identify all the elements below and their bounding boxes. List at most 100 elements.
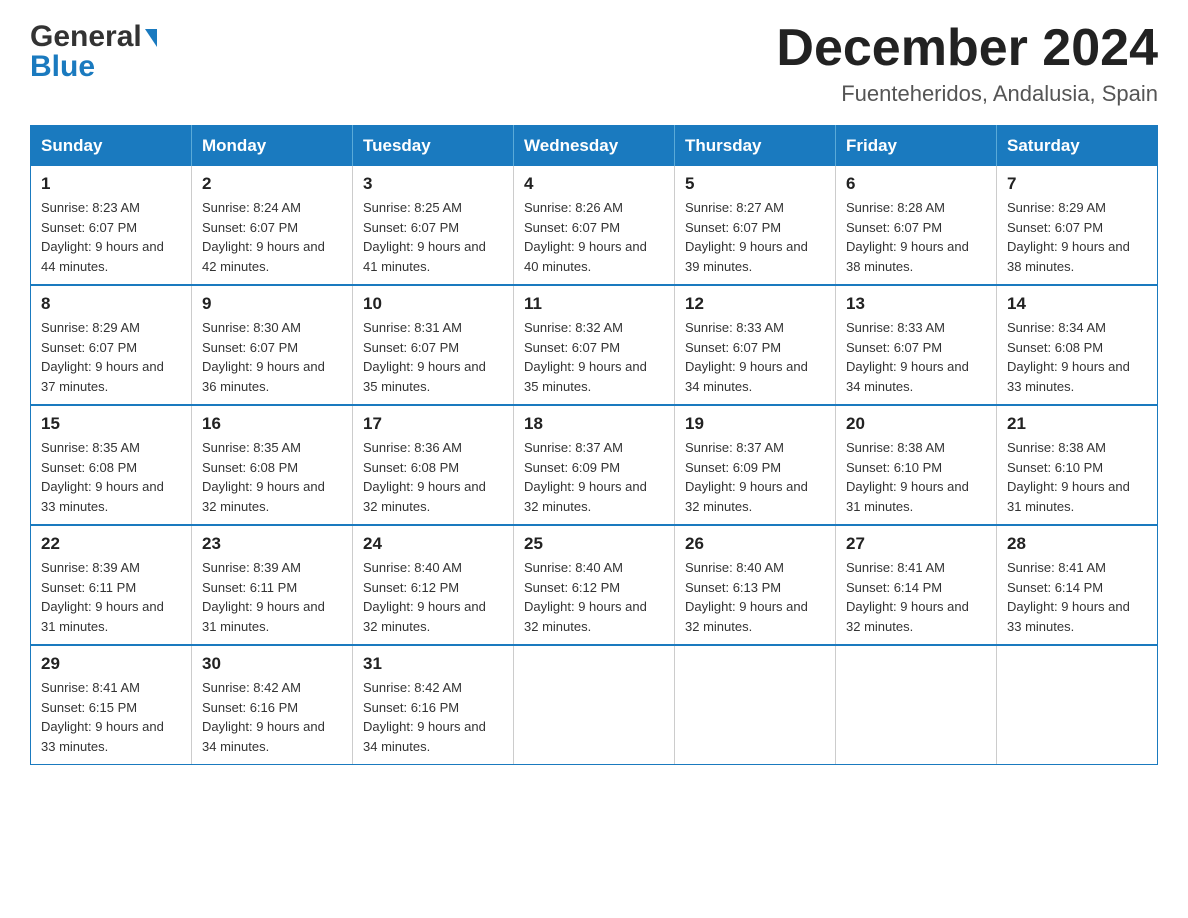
day-info: Sunrise: 8:41 AMSunset: 6:15 PMDaylight:…: [41, 678, 181, 756]
calendar-cell: 23 Sunrise: 8:39 AMSunset: 6:11 PMDayligh…: [192, 525, 353, 645]
day-info: Sunrise: 8:37 AMSunset: 6:09 PMDaylight:…: [685, 438, 825, 516]
day-number: 25: [524, 534, 664, 554]
day-info: Sunrise: 8:31 AMSunset: 6:07 PMDaylight:…: [363, 318, 503, 396]
day-number: 1: [41, 174, 181, 194]
day-number: 11: [524, 294, 664, 314]
calendar-cell: 30 Sunrise: 8:42 AMSunset: 6:16 PMDayligh…: [192, 645, 353, 765]
calendar-cell: 16 Sunrise: 8:35 AMSunset: 6:08 PMDayligh…: [192, 405, 353, 525]
calendar-week-row: 8Sunrise: 8:29 AMSunset: 6:07 PMDaylight…: [31, 285, 1158, 405]
calendar-week-row: 1Sunrise: 8:23 AMSunset: 6:07 PMDaylight…: [31, 166, 1158, 285]
calendar-cell: 11 Sunrise: 8:32 AMSunset: 6:07 PMDayligh…: [514, 285, 675, 405]
day-info: Sunrise: 8:27 AMSunset: 6:07 PMDaylight:…: [685, 198, 825, 276]
calendar-cell: 1Sunrise: 8:23 AMSunset: 6:07 PMDaylight…: [31, 166, 192, 285]
day-info: Sunrise: 8:42 AMSunset: 6:16 PMDaylight:…: [363, 678, 503, 756]
day-number: 14: [1007, 294, 1147, 314]
title-area: December 2024 Fuenteheridos, Andalusia, …: [776, 20, 1158, 107]
calendar-cell: [836, 645, 997, 765]
day-number: 21: [1007, 414, 1147, 434]
day-info: Sunrise: 8:41 AMSunset: 6:14 PMDaylight:…: [846, 558, 986, 636]
calendar-cell: 5 Sunrise: 8:27 AMSunset: 6:07 PMDaylight…: [675, 166, 836, 285]
day-number: 23: [202, 534, 342, 554]
calendar-cell: [675, 645, 836, 765]
day-number: 20: [846, 414, 986, 434]
day-number: 16: [202, 414, 342, 434]
day-number: 7: [1007, 174, 1147, 194]
main-title: December 2024: [776, 20, 1158, 77]
calendar-day-header: Thursday: [675, 126, 836, 167]
day-info: Sunrise: 8:42 AMSunset: 6:16 PMDaylight:…: [202, 678, 342, 756]
calendar-cell: 28Sunrise: 8:41 AMSunset: 6:14 PMDayligh…: [997, 525, 1158, 645]
calendar-cell: 9Sunrise: 8:30 AMSunset: 6:07 PMDaylight…: [192, 285, 353, 405]
page-header: General Blue December 2024 Fuenteheridos…: [30, 20, 1158, 107]
day-info: Sunrise: 8:40 AMSunset: 6:13 PMDaylight:…: [685, 558, 825, 636]
day-info: Sunrise: 8:35 AMSunset: 6:08 PMDaylight:…: [202, 438, 342, 516]
calendar-cell: 8Sunrise: 8:29 AMSunset: 6:07 PMDaylight…: [31, 285, 192, 405]
day-info: Sunrise: 8:28 AMSunset: 6:07 PMDaylight:…: [846, 198, 986, 276]
calendar-header-row: SundayMondayTuesdayWednesdayThursdayFrid…: [31, 126, 1158, 167]
calendar-cell: 18Sunrise: 8:37 AMSunset: 6:09 PMDayligh…: [514, 405, 675, 525]
calendar-cell: 6 Sunrise: 8:28 AMSunset: 6:07 PMDaylight…: [836, 166, 997, 285]
day-number: 6: [846, 174, 986, 194]
day-info: Sunrise: 8:38 AMSunset: 6:10 PMDaylight:…: [846, 438, 986, 516]
day-number: 2: [202, 174, 342, 194]
calendar-day-header: Saturday: [997, 126, 1158, 167]
calendar-cell: 15 Sunrise: 8:35 AMSunset: 6:08 PMDayligh…: [31, 405, 192, 525]
calendar-cell: 22 Sunrise: 8:39 AMSunset: 6:11 PMDayligh…: [31, 525, 192, 645]
calendar-cell: 12Sunrise: 8:33 AMSunset: 6:07 PMDayligh…: [675, 285, 836, 405]
calendar-cell: 14Sunrise: 8:34 AMSunset: 6:08 PMDayligh…: [997, 285, 1158, 405]
day-number: 28: [1007, 534, 1147, 554]
calendar-cell: 21 Sunrise: 8:38 AMSunset: 6:10 PMDayligh…: [997, 405, 1158, 525]
calendar-cell: 19 Sunrise: 8:37 AMSunset: 6:09 PMDayligh…: [675, 405, 836, 525]
logo-general-text: General: [30, 20, 142, 54]
calendar-week-row: 15 Sunrise: 8:35 AMSunset: 6:08 PMDayligh…: [31, 405, 1158, 525]
day-info: Sunrise: 8:33 AMSunset: 6:07 PMDaylight:…: [685, 318, 825, 396]
calendar-week-row: 29 Sunrise: 8:41 AMSunset: 6:15 PMDayligh…: [31, 645, 1158, 765]
day-number: 29: [41, 654, 181, 674]
calendar-day-header: Sunday: [31, 126, 192, 167]
day-number: 17: [363, 414, 503, 434]
calendar-cell: 10Sunrise: 8:31 AMSunset: 6:07 PMDayligh…: [353, 285, 514, 405]
calendar-cell: 29 Sunrise: 8:41 AMSunset: 6:15 PMDayligh…: [31, 645, 192, 765]
day-number: 27: [846, 534, 986, 554]
calendar-day-header: Tuesday: [353, 126, 514, 167]
calendar-cell: 2Sunrise: 8:24 AMSunset: 6:07 PMDaylight…: [192, 166, 353, 285]
day-info: Sunrise: 8:26 AMSunset: 6:07 PMDaylight:…: [524, 198, 664, 276]
calendar-cell: 26 Sunrise: 8:40 AMSunset: 6:13 PMDayligh…: [675, 525, 836, 645]
day-info: Sunrise: 8:38 AMSunset: 6:10 PMDaylight:…: [1007, 438, 1147, 516]
day-number: 26: [685, 534, 825, 554]
calendar-cell: [514, 645, 675, 765]
day-number: 15: [41, 414, 181, 434]
logo-blue-text: Blue: [30, 50, 95, 84]
logo-arrow-icon: [145, 29, 157, 47]
day-info: Sunrise: 8:33 AMSunset: 6:07 PMDaylight:…: [846, 318, 986, 396]
day-number: 13: [846, 294, 986, 314]
calendar-cell: 31 Sunrise: 8:42 AMSunset: 6:16 PMDayligh…: [353, 645, 514, 765]
day-number: 24: [363, 534, 503, 554]
day-info: Sunrise: 8:32 AMSunset: 6:07 PMDaylight:…: [524, 318, 664, 396]
calendar-cell: 4Sunrise: 8:26 AMSunset: 6:07 PMDaylight…: [514, 166, 675, 285]
calendar-day-header: Friday: [836, 126, 997, 167]
calendar-cell: 3Sunrise: 8:25 AMSunset: 6:07 PMDaylight…: [353, 166, 514, 285]
calendar-table: SundayMondayTuesdayWednesdayThursdayFrid…: [30, 125, 1158, 765]
day-info: Sunrise: 8:36 AMSunset: 6:08 PMDaylight:…: [363, 438, 503, 516]
day-number: 18: [524, 414, 664, 434]
calendar-week-row: 22 Sunrise: 8:39 AMSunset: 6:11 PMDayligh…: [31, 525, 1158, 645]
day-number: 19: [685, 414, 825, 434]
calendar-cell: 27 Sunrise: 8:41 AMSunset: 6:14 PMDayligh…: [836, 525, 997, 645]
day-info: Sunrise: 8:35 AMSunset: 6:08 PMDaylight:…: [41, 438, 181, 516]
day-info: Sunrise: 8:40 AMSunset: 6:12 PMDaylight:…: [363, 558, 503, 636]
calendar-day-header: Wednesday: [514, 126, 675, 167]
day-number: 8: [41, 294, 181, 314]
calendar-cell: [997, 645, 1158, 765]
day-info: Sunrise: 8:39 AMSunset: 6:11 PMDaylight:…: [202, 558, 342, 636]
subtitle: Fuenteheridos, Andalusia, Spain: [776, 81, 1158, 107]
calendar-day-header: Monday: [192, 126, 353, 167]
day-info: Sunrise: 8:39 AMSunset: 6:11 PMDaylight:…: [41, 558, 181, 636]
calendar-cell: 13 Sunrise: 8:33 AMSunset: 6:07 PMDayligh…: [836, 285, 997, 405]
day-number: 31: [363, 654, 503, 674]
day-info: Sunrise: 8:25 AMSunset: 6:07 PMDaylight:…: [363, 198, 503, 276]
day-number: 22: [41, 534, 181, 554]
logo: General Blue: [30, 20, 157, 84]
day-number: 5: [685, 174, 825, 194]
day-number: 30: [202, 654, 342, 674]
